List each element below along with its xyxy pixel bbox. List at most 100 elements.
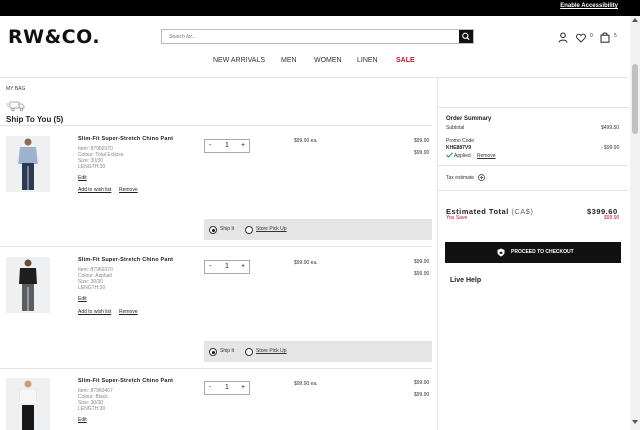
search-button[interactable]: [459, 30, 473, 43]
product-length: LENGTH:30: [78, 406, 106, 412]
line-total: $99.90: [414, 150, 430, 156]
add-to-wishlist-link[interactable]: Add to wish list: [78, 309, 111, 315]
nav-women[interactable]: WOMEN: [314, 57, 342, 64]
lock-shield-icon: [497, 248, 505, 257]
heart-icon: [576, 33, 586, 43]
ship-it-label[interactable]: Ship It: [220, 226, 234, 232]
store-pickup-label[interactable]: Store Pick Up: [256, 226, 287, 232]
bag-count: 5: [614, 33, 617, 39]
logo[interactable]: RW&CO.: [8, 26, 100, 48]
increase-qty-button[interactable]: +: [241, 142, 245, 149]
plus-circle-icon[interactable]: [478, 174, 485, 181]
quantity-value[interactable]: 1: [225, 263, 229, 270]
quantity-stepper: - 1 +: [204, 260, 250, 274]
promo-code-label: Promo Code: [446, 138, 475, 144]
scrollbar-thumb[interactable]: [632, 64, 638, 134]
ship-to-you-title: Ship To You (5): [6, 115, 64, 124]
you-save-label: You Save: [446, 215, 468, 221]
ship-it-label[interactable]: Ship It: [220, 348, 234, 354]
user-icon: [558, 32, 568, 43]
product-image[interactable]: [6, 378, 50, 430]
live-help-title[interactable]: Live Help: [450, 277, 481, 284]
add-to-wishlist-link[interactable]: Add to wish list: [78, 187, 111, 193]
product-image[interactable]: [6, 136, 50, 192]
quantity-stepper: - 1 +: [204, 139, 250, 153]
you-save-value: $99.90: [604, 215, 620, 221]
enable-accessibility-link[interactable]: Enable Accessibility: [560, 3, 618, 9]
store-pickup-radio[interactable]: [245, 348, 253, 356]
breadcrumb: MY BAG: [6, 86, 26, 92]
nav-men[interactable]: MEN: [281, 57, 297, 64]
decrease-qty-button[interactable]: -: [209, 384, 211, 391]
main-nav: NEW ARRIVALS MEN WOMEN LINEN SALE: [0, 57, 640, 69]
unit-price: $99.90 ea.: [294, 260, 318, 266]
edit-link[interactable]: Edit: [78, 296, 87, 302]
quantity-stepper: - 1 +: [204, 381, 250, 395]
account-button[interactable]: [558, 30, 568, 48]
promo-discount-value: - $99.90: [601, 145, 620, 151]
summary-divider: [438, 165, 628, 166]
header-divider: [0, 77, 628, 78]
nav-sale[interactable]: SALE: [396, 57, 415, 64]
product-length: LENGTH:30: [78, 285, 106, 291]
checkmark-icon: [446, 152, 453, 158]
tax-estimate-label[interactable]: Tax estimate: [446, 175, 474, 181]
promo-applied-label: Applied: [454, 153, 471, 159]
product-name[interactable]: Slim-Fit Super-Stretch Chino Pant: [78, 257, 173, 263]
scroll-up-arrow-icon[interactable]: [632, 18, 638, 22]
wishlist-count: 0: [590, 33, 593, 39]
unit-price: $99.90 ea.: [294, 381, 318, 387]
summary-divider: [438, 190, 628, 191]
wishlist-button[interactable]: 0: [576, 30, 593, 48]
top-bar: Enable Accessibility: [0, 0, 640, 16]
increase-qty-button[interactable]: +: [241, 263, 245, 270]
line-price: $99.90: [414, 380, 430, 386]
fulfillment-options: Ship It Store Pick Up: [204, 341, 432, 362]
model-black-chino-image: [6, 378, 50, 430]
ship-it-radio[interactable]: [209, 226, 217, 234]
quantity-value[interactable]: 1: [225, 384, 229, 391]
decrease-qty-button[interactable]: -: [209, 142, 211, 149]
item-divider: [0, 246, 432, 247]
product-image[interactable]: [6, 257, 50, 313]
search-box: [161, 29, 474, 44]
promo-remove-link[interactable]: Remove: [477, 153, 496, 159]
nav-new-arrivals[interactable]: NEW ARRIVALS: [213, 57, 265, 64]
line-price: $99.90: [414, 259, 430, 265]
item-divider: [0, 368, 432, 369]
shipping-truck-icon: [6, 101, 25, 112]
increase-qty-button[interactable]: +: [241, 384, 245, 391]
subtotal-label: Subtotal: [446, 125, 465, 131]
promo-code-value: KHE887V9: [446, 145, 472, 151]
store-pickup-radio[interactable]: [245, 226, 253, 234]
column-divider: [437, 78, 438, 430]
bag-button[interactable]: 5: [600, 30, 617, 48]
order-summary-title: Order Summary: [446, 116, 492, 122]
section-divider: [0, 125, 432, 126]
page-scrollbar[interactable]: [630, 16, 640, 430]
product-length: LENGTH:30: [78, 164, 106, 170]
product-name[interactable]: Slim-Fit Super-Stretch Chino Pant: [78, 136, 173, 142]
checkout-label: PROCEED TO CHECKOUT: [511, 249, 574, 255]
nav-linen[interactable]: LINEN: [357, 57, 378, 64]
quantity-value[interactable]: 1: [225, 142, 229, 149]
decrease-qty-button[interactable]: -: [209, 263, 211, 270]
ship-it-radio[interactable]: [209, 348, 217, 356]
model-navy-chino-image: [6, 136, 50, 192]
shopping-bag-icon: [600, 32, 610, 43]
search-input[interactable]: [162, 30, 460, 43]
product-name[interactable]: Slim-Fit Super-Stretch Chino Pant: [78, 378, 173, 384]
edit-link[interactable]: Edit: [78, 175, 87, 181]
scroll-down-arrow-icon[interactable]: [632, 420, 638, 424]
unit-price: $99.90 ea.: [294, 138, 318, 144]
search-icon: [462, 32, 470, 41]
fulfillment-options: Ship It Store Pick Up: [204, 219, 432, 240]
line-total: $99.90: [414, 271, 430, 277]
remove-link[interactable]: Remove: [119, 187, 138, 193]
proceed-to-checkout-button[interactable]: PROCEED TO CHECKOUT: [445, 242, 621, 263]
store-pickup-label[interactable]: Store Pick Up: [256, 348, 287, 354]
edit-link[interactable]: Edit: [78, 417, 87, 423]
model-grey-chino-image: [6, 257, 50, 313]
remove-link[interactable]: Remove: [119, 309, 138, 315]
summary-top-divider: [438, 107, 628, 108]
